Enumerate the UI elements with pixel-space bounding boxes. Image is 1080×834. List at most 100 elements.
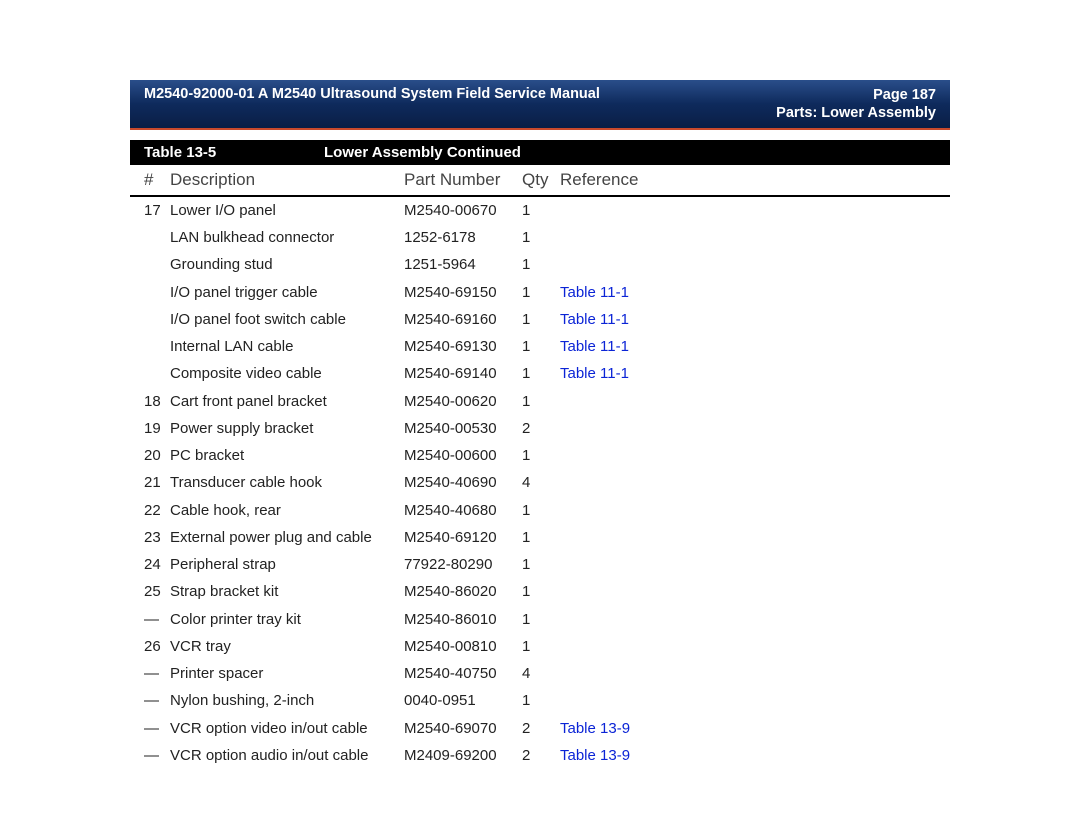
- cell-qty: 2: [522, 746, 560, 766]
- table-row: —VCR option audio in/out cableM2409-6920…: [130, 742, 950, 769]
- cell-part-number: 77922-80290: [404, 555, 522, 575]
- cell-description: Color printer tray kit: [170, 610, 404, 630]
- cell-reference: [560, 473, 950, 493]
- cell-description: Composite video cable: [170, 364, 404, 384]
- table-row: 22Cable hook, rearM2540-406801: [130, 497, 950, 524]
- table-row: 23External power plug and cableM2540-691…: [130, 524, 950, 551]
- reference-link[interactable]: Table 11-1: [560, 338, 629, 355]
- cell-qty: 4: [522, 473, 560, 493]
- cell-part-number: M2540-69140: [404, 364, 522, 384]
- cell-description: I/O panel foot switch cable: [170, 310, 404, 330]
- cell-num: [144, 364, 170, 384]
- table-row: 19Power supply bracketM2540-005302: [130, 415, 950, 442]
- cell-reference: [560, 555, 950, 575]
- reference-link[interactable]: Table 11-1: [560, 311, 629, 328]
- cell-num: 19: [144, 419, 170, 439]
- cell-num: [144, 283, 170, 303]
- cell-qty: 1: [522, 392, 560, 412]
- table-row: Composite video cableM2540-691401Table 1…: [130, 361, 950, 388]
- cell-part-number: M2540-40690: [404, 473, 522, 493]
- cell-qty: 1: [522, 364, 560, 384]
- reference-link[interactable]: Table 13-9: [560, 747, 630, 764]
- cell-num: —: [144, 719, 170, 739]
- cell-num: [144, 228, 170, 248]
- cell-qty: 1: [522, 528, 560, 548]
- cell-description: Internal LAN cable: [170, 337, 404, 357]
- header-right: Page 187 Parts: Lower Assembly: [776, 86, 936, 122]
- cell-description: Power supply bracket: [170, 419, 404, 439]
- page-indicator: Page 187: [776, 86, 936, 104]
- cell-description: I/O panel trigger cable: [170, 283, 404, 303]
- cell-qty: 2: [522, 419, 560, 439]
- table-row: 17Lower I/O panelM2540-006701: [130, 197, 950, 224]
- table-title-bar: Table 13-5 Lower Assembly Continued: [130, 140, 950, 165]
- reference-link[interactable]: Table 11-1: [560, 365, 629, 382]
- table-row: —VCR option video in/out cableM2540-6907…: [130, 715, 950, 742]
- cell-reference: [560, 228, 950, 248]
- cell-part-number: 0040-0951: [404, 691, 522, 711]
- cell-description: Peripheral strap: [170, 555, 404, 575]
- cell-qty: 1: [522, 201, 560, 221]
- cell-part-number: M2540-00810: [404, 637, 522, 657]
- cell-description: Lower I/O panel: [170, 201, 404, 221]
- section-name: Parts: Lower Assembly: [776, 104, 936, 122]
- cell-part-number: M2540-40680: [404, 501, 522, 521]
- cell-reference: [560, 528, 950, 548]
- cell-reference: [560, 419, 950, 439]
- cell-num: 25: [144, 582, 170, 602]
- cell-num: [144, 255, 170, 275]
- table-row: I/O panel foot switch cableM2540-691601T…: [130, 306, 950, 333]
- col-header-part: Part Number: [404, 170, 522, 190]
- cell-num: 23: [144, 528, 170, 548]
- cell-reference: Table 11-1: [560, 283, 950, 303]
- cell-part-number: M2540-69150: [404, 283, 522, 303]
- cell-qty: 1: [522, 637, 560, 657]
- cell-qty: 1: [522, 283, 560, 303]
- cell-num: —: [144, 610, 170, 630]
- cell-part-number: M2540-40750: [404, 664, 522, 684]
- cell-reference: [560, 582, 950, 602]
- col-header-num: #: [144, 170, 170, 190]
- cell-num: 26: [144, 637, 170, 657]
- cell-description: VCR tray: [170, 637, 404, 657]
- table-body: 17Lower I/O panelM2540-006701LAN bulkhea…: [130, 197, 950, 769]
- cell-description: Nylon bushing, 2-inch: [170, 691, 404, 711]
- manual-title: M2540-92000-01 A M2540 Ultrasound System…: [144, 86, 600, 102]
- cell-reference: [560, 664, 950, 684]
- page-label: Page: [873, 87, 908, 103]
- cell-description: PC bracket: [170, 446, 404, 466]
- cell-qty: 2: [522, 719, 560, 739]
- cell-reference: [560, 637, 950, 657]
- cell-num: 22: [144, 501, 170, 521]
- cell-description: Strap bracket kit: [170, 582, 404, 602]
- table-row: 25Strap bracket kitM2540-860201: [130, 579, 950, 606]
- cell-qty: 1: [522, 501, 560, 521]
- cell-part-number: M2540-00670: [404, 201, 522, 221]
- cell-part-number: M2540-86020: [404, 582, 522, 602]
- cell-num: 21: [144, 473, 170, 493]
- cell-reference: [560, 446, 950, 466]
- cell-num: 20: [144, 446, 170, 466]
- cell-qty: 1: [522, 691, 560, 711]
- cell-num: —: [144, 746, 170, 766]
- cell-part-number: M2540-69070: [404, 719, 522, 739]
- reference-link[interactable]: Table 13-9: [560, 720, 630, 737]
- cell-qty: 1: [522, 446, 560, 466]
- page: M2540-92000-01 A M2540 Ultrasound System…: [130, 80, 950, 770]
- table-row: —Printer spacerM2540-407504: [130, 661, 950, 688]
- cell-part-number: 1252-6178: [404, 228, 522, 248]
- cell-part-number: M2540-00620: [404, 392, 522, 412]
- cell-reference: Table 13-9: [560, 746, 950, 766]
- cell-part-number: M2540-00530: [404, 419, 522, 439]
- manual-header: M2540-92000-01 A M2540 Ultrasound System…: [130, 80, 950, 130]
- col-header-ref: Reference: [560, 170, 950, 190]
- cell-num: 17: [144, 201, 170, 221]
- cell-reference: [560, 501, 950, 521]
- cell-num: [144, 310, 170, 330]
- page-number: 187: [912, 87, 936, 103]
- cell-description: Cart front panel bracket: [170, 392, 404, 412]
- cell-reference: [560, 392, 950, 412]
- cell-part-number: M2409-69200: [404, 746, 522, 766]
- reference-link[interactable]: Table 11-1: [560, 284, 629, 301]
- cell-reference: Table 11-1: [560, 364, 950, 384]
